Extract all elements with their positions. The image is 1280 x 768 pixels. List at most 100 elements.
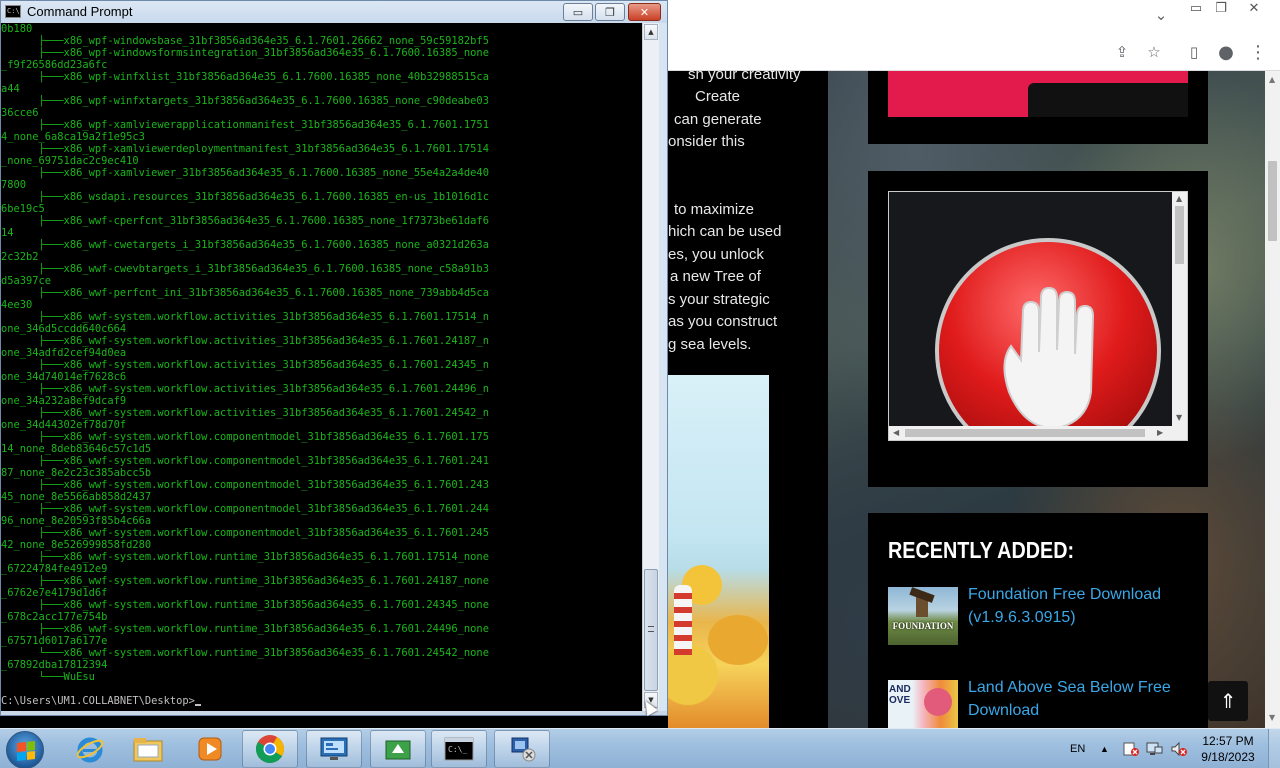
browser-close-button[interactable]: ✕ xyxy=(1243,2,1265,16)
article-text-line: can generate xyxy=(674,111,762,128)
chrome-icon xyxy=(256,735,284,763)
taskbar-windows-explorer[interactable] xyxy=(120,730,176,768)
recent-item-link[interactable]: Foundation Free Download (v1.9.6.3.0915) xyxy=(968,583,1198,629)
article-text-line: as you construct xyxy=(668,313,778,330)
console-line: ├───x86_wpf-windowsbase_31bf3856ad364e35… xyxy=(1,35,489,47)
console-line: ├───x86_wwf-system.workflow.componentmod… xyxy=(1,455,489,467)
browser-minimize-button[interactable]: ▭ xyxy=(1185,2,1207,16)
recently-added-heading: RECENTLY ADDED: xyxy=(888,537,1075,563)
ad-vertical-scrollbar[interactable]: ▲ ▼ xyxy=(1172,192,1187,426)
console-line: 42_none_8e526999858fd280 xyxy=(1,539,152,551)
recent-item[interactable]: FOUNDATION Foundation Free Download (v1.… xyxy=(888,583,1198,653)
show-desktop-button[interactable] xyxy=(1268,729,1280,768)
console-line: ├───x86_wpf-xamlviewer_31bf3856ad364e35_… xyxy=(1,167,489,179)
show-hidden-icons-button[interactable]: ▲ xyxy=(1100,729,1109,768)
cmd-bottom-border xyxy=(1,711,667,715)
taskbar-google-chrome[interactable] xyxy=(242,730,298,768)
action-center-icon[interactable] xyxy=(1122,729,1140,768)
close-button[interactable]: ✕ xyxy=(628,3,661,21)
cmd-window-title: Command Prompt xyxy=(27,4,133,19)
article-text-line: es, you unlock xyxy=(668,246,764,263)
console-line: ├───x86_wwf-system.workflow.runtime_31bf… xyxy=(1,623,489,635)
sidebar-widget-ad: ▲ ▼ ◀ ▶ xyxy=(868,171,1208,487)
network-status-icon[interactable] xyxy=(1146,729,1164,768)
land-above-sea-thumbnail[interactable]: AND OVE xyxy=(888,680,958,728)
language-indicator[interactable]: EN xyxy=(1070,729,1085,768)
clock-time: 12:57 PM xyxy=(1202,734,1254,748)
back-to-top-button[interactable]: ⇑ xyxy=(1208,681,1248,721)
console-line: └───x86_wwf-system.workflow.runtime_31bf… xyxy=(1,647,489,659)
cmd-scroll-thumb[interactable] xyxy=(644,569,658,691)
taskbar: C:\_ EN ▲ 12:57 PM 9/18/2023 xyxy=(0,728,1280,768)
ad-iframe[interactable]: ▲ ▼ ◀ ▶ xyxy=(888,191,1188,441)
console-line: ├───x86_wwf-system.workflow.componentmod… xyxy=(1,527,489,539)
console-line: _678c2acc177e754b xyxy=(1,611,108,623)
ad-blocker-image xyxy=(889,192,1172,426)
file-transfer-icon xyxy=(385,740,411,760)
article-text-line: hich can be used xyxy=(668,223,782,240)
foundation-thumbnail[interactable]: FOUNDATION xyxy=(888,587,958,645)
start-button[interactable] xyxy=(6,731,44,768)
console-line: ├───x86_wwf-system.workflow.runtime_31bf… xyxy=(1,575,489,587)
command-prompt-window[interactable]: C:\ Command Prompt ▭ ❐ ✕ 0b180 ├───x86_w… xyxy=(0,0,668,716)
console-line: ├───x86_wwf-system.workflow.activities_3… xyxy=(1,383,489,395)
remote-desktop-icon xyxy=(320,737,348,760)
console-line: 2c32b2 xyxy=(1,251,39,263)
text-cursor xyxy=(194,704,201,706)
minimize-button[interactable]: ▭ xyxy=(563,3,593,21)
taskbar-internet-explorer[interactable] xyxy=(62,730,118,768)
console-line: 6be19c5 xyxy=(1,203,45,215)
console-line: ├───x86_wwf-system.workflow.componentmod… xyxy=(1,503,489,515)
recent-item-link[interactable]: Land Above Sea Below Free Download xyxy=(968,676,1198,722)
console-output[interactable]: 0b180 ├───x86_wpf-windowsbase_31bf3856ad… xyxy=(1,23,642,711)
lighthouse-illustration xyxy=(674,585,692,655)
taskbar-command-prompt[interactable]: C:\_ xyxy=(431,730,487,768)
console-line: _67892dba17812394 xyxy=(1,659,108,671)
console-line: ├───x86_wwf-cperfcnt_31bf3856ad364e35_6.… xyxy=(1,215,489,227)
share-icon[interactable]: ⇪ xyxy=(1109,41,1135,63)
taskbar-remote-desktop[interactable] xyxy=(306,730,362,768)
console-line: ├───x86_wwf-system.workflow.componentmod… xyxy=(1,479,489,491)
scroll-up-button[interactable]: ▲ xyxy=(644,24,658,40)
console-line: 87_none_8e2c23c385abcc5b xyxy=(1,467,152,479)
volume-muted-icon[interactable] xyxy=(1170,729,1188,768)
cmd-title-bar[interactable]: C:\ Command Prompt ▭ ❐ ✕ xyxy=(1,1,667,23)
article-text-line: sh your creativity xyxy=(688,71,801,83)
ad-horizontal-scrollbar[interactable]: ◀ ▶ xyxy=(889,426,1187,440)
windows-logo-icon xyxy=(17,741,35,761)
console-line: 4ee30 xyxy=(1,299,33,311)
bookmark-star-icon[interactable]: ☆ xyxy=(1141,41,1167,63)
command-prompt-icon: C:\_ xyxy=(444,737,474,761)
console-line: one_346d5ccdd640c664 xyxy=(1,323,127,335)
cmd-app-icon[interactable]: C:\ xyxy=(5,5,21,18)
console-line: └───WuEsu xyxy=(1,671,95,683)
system-clock[interactable]: 12:57 PM 9/18/2023 xyxy=(1196,733,1260,765)
side-panel-icon[interactable]: ▯ xyxy=(1181,41,1207,63)
console-line: ├───x86_wpf-xamlviewerapplicationmanifes… xyxy=(1,119,489,131)
taskbar-file-transfer[interactable] xyxy=(370,730,426,768)
console-line: ├───x86_wpf-winfxlist_31bf3856ad364e35_6… xyxy=(1,71,489,83)
tab-search-chevron-icon[interactable]: ⌄ xyxy=(1148,4,1174,26)
banner-ad[interactable] xyxy=(888,71,1188,117)
clock-date: 9/18/2023 xyxy=(1201,750,1255,764)
chrome-menu-icon[interactable]: ⋮ xyxy=(1245,41,1271,63)
article-text-line: Create xyxy=(695,88,741,105)
console-line: ├───x86_wwf-system.workflow.runtime_31bf… xyxy=(1,599,489,611)
internet-explorer-icon xyxy=(76,737,104,763)
taskbar-media-player[interactable] xyxy=(182,730,238,768)
recent-item[interactable]: AND OVE Land Above Sea Below Free Downlo… xyxy=(888,676,1198,728)
recently-added-widget: RECENTLY ADDED: FOUNDATION Foundation Fr… xyxy=(868,513,1208,728)
cmd-vertical-scrollbar[interactable]: ▲ ▼ xyxy=(642,23,659,711)
page-scroll-thumb[interactable] xyxy=(1268,161,1277,241)
page-vertical-scrollbar[interactable]: ▲ ▼ xyxy=(1265,71,1280,728)
stop-hand-icon xyxy=(935,238,1161,426)
console-line: ├───x86_wwf-system.workflow.activities_3… xyxy=(1,359,489,371)
taskbar-network[interactable] xyxy=(494,730,550,768)
browser-restore-button[interactable]: ❐ xyxy=(1210,2,1232,16)
profile-avatar-icon[interactable]: ● xyxy=(1213,41,1239,63)
command-prompt-line[interactable]: C:\Users\UM1.COLLABNET\Desktop> xyxy=(1,695,642,707)
maximize-button[interactable]: ❐ xyxy=(595,3,625,21)
language-label: EN xyxy=(1070,743,1086,755)
article-text-line: to maximize xyxy=(674,201,755,218)
